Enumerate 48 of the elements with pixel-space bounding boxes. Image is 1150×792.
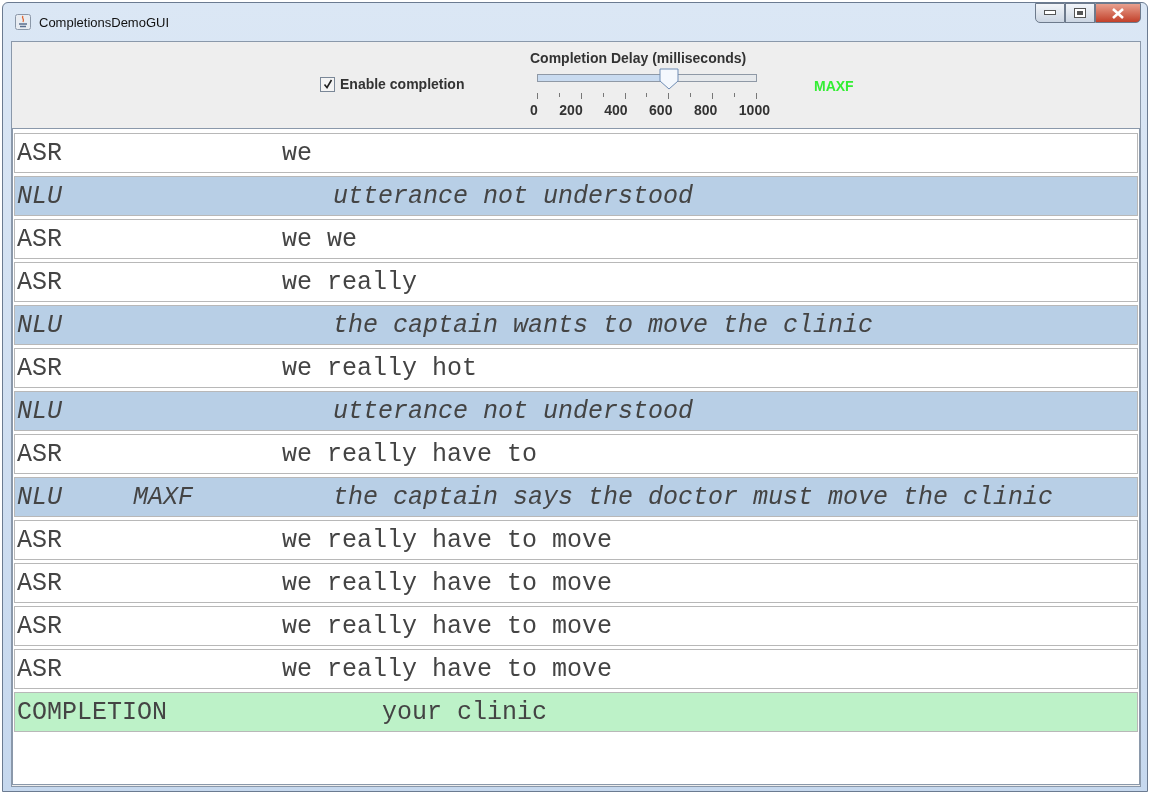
log-text: we	[282, 138, 312, 168]
source-label: ASR	[17, 224, 62, 254]
source-label: ASR	[17, 353, 62, 383]
source-label: COMPLETION	[17, 697, 168, 727]
source-label: ASR	[17, 439, 62, 469]
log-text: utterance not understood	[333, 396, 694, 426]
source-label: ASR	[17, 267, 62, 297]
tag-label: MAXF	[133, 482, 193, 512]
tick-label: 400	[604, 102, 628, 118]
source-label: ASR	[17, 654, 62, 684]
checkbox[interactable]	[320, 76, 335, 92]
tick-label: 1000	[738, 102, 770, 118]
log-text: utterance not understood	[333, 181, 694, 211]
close-icon	[1111, 7, 1125, 19]
minimize-icon	[1044, 10, 1056, 16]
log-text: we really have to move	[282, 525, 613, 555]
source-label: NLU	[17, 482, 62, 512]
source-label: NLU	[17, 396, 62, 426]
coffee-cup-icon	[15, 14, 31, 30]
tick-label: 0	[530, 102, 538, 118]
log-text: we really	[282, 267, 418, 297]
slider-thumb[interactable]	[658, 68, 679, 90]
maximize-icon	[1074, 8, 1086, 18]
source-label: ASR	[17, 568, 62, 598]
log-text: the captain says the doctor must move the clinic	[333, 482, 1054, 512]
log-text: we really have to move	[282, 568, 613, 598]
log-text: we really have to move	[282, 654, 613, 684]
maximize-button[interactable]	[1065, 3, 1095, 23]
source-label: ASR	[17, 138, 62, 168]
source-label: NLU	[17, 181, 62, 211]
tick-label: 800	[693, 102, 718, 118]
slider-title: Completion Delay (milliseconds)	[530, 50, 748, 66]
log-text: we really hot	[282, 353, 478, 383]
tick-label: 600	[649, 102, 673, 118]
enable-completion-checkbox[interactable]: Enable completion	[320, 76, 465, 92]
minimize-button[interactable]	[1035, 3, 1065, 23]
tick-label: 200	[559, 102, 583, 118]
log-text: we really have to	[282, 439, 538, 469]
source-label: ASR	[17, 525, 62, 555]
close-button[interactable]	[1095, 3, 1141, 23]
source-label: NLU	[17, 310, 62, 340]
window-title: CompletionsDemoGUI	[39, 14, 170, 30]
log-text: we really have to move	[282, 611, 613, 641]
log-text: the captain wants to move the clinic	[333, 310, 874, 340]
log-text: we we	[282, 224, 357, 254]
source-label: ASR	[17, 611, 62, 641]
status-label: MAXF	[814, 78, 854, 94]
log-text: your clinic	[382, 697, 548, 727]
